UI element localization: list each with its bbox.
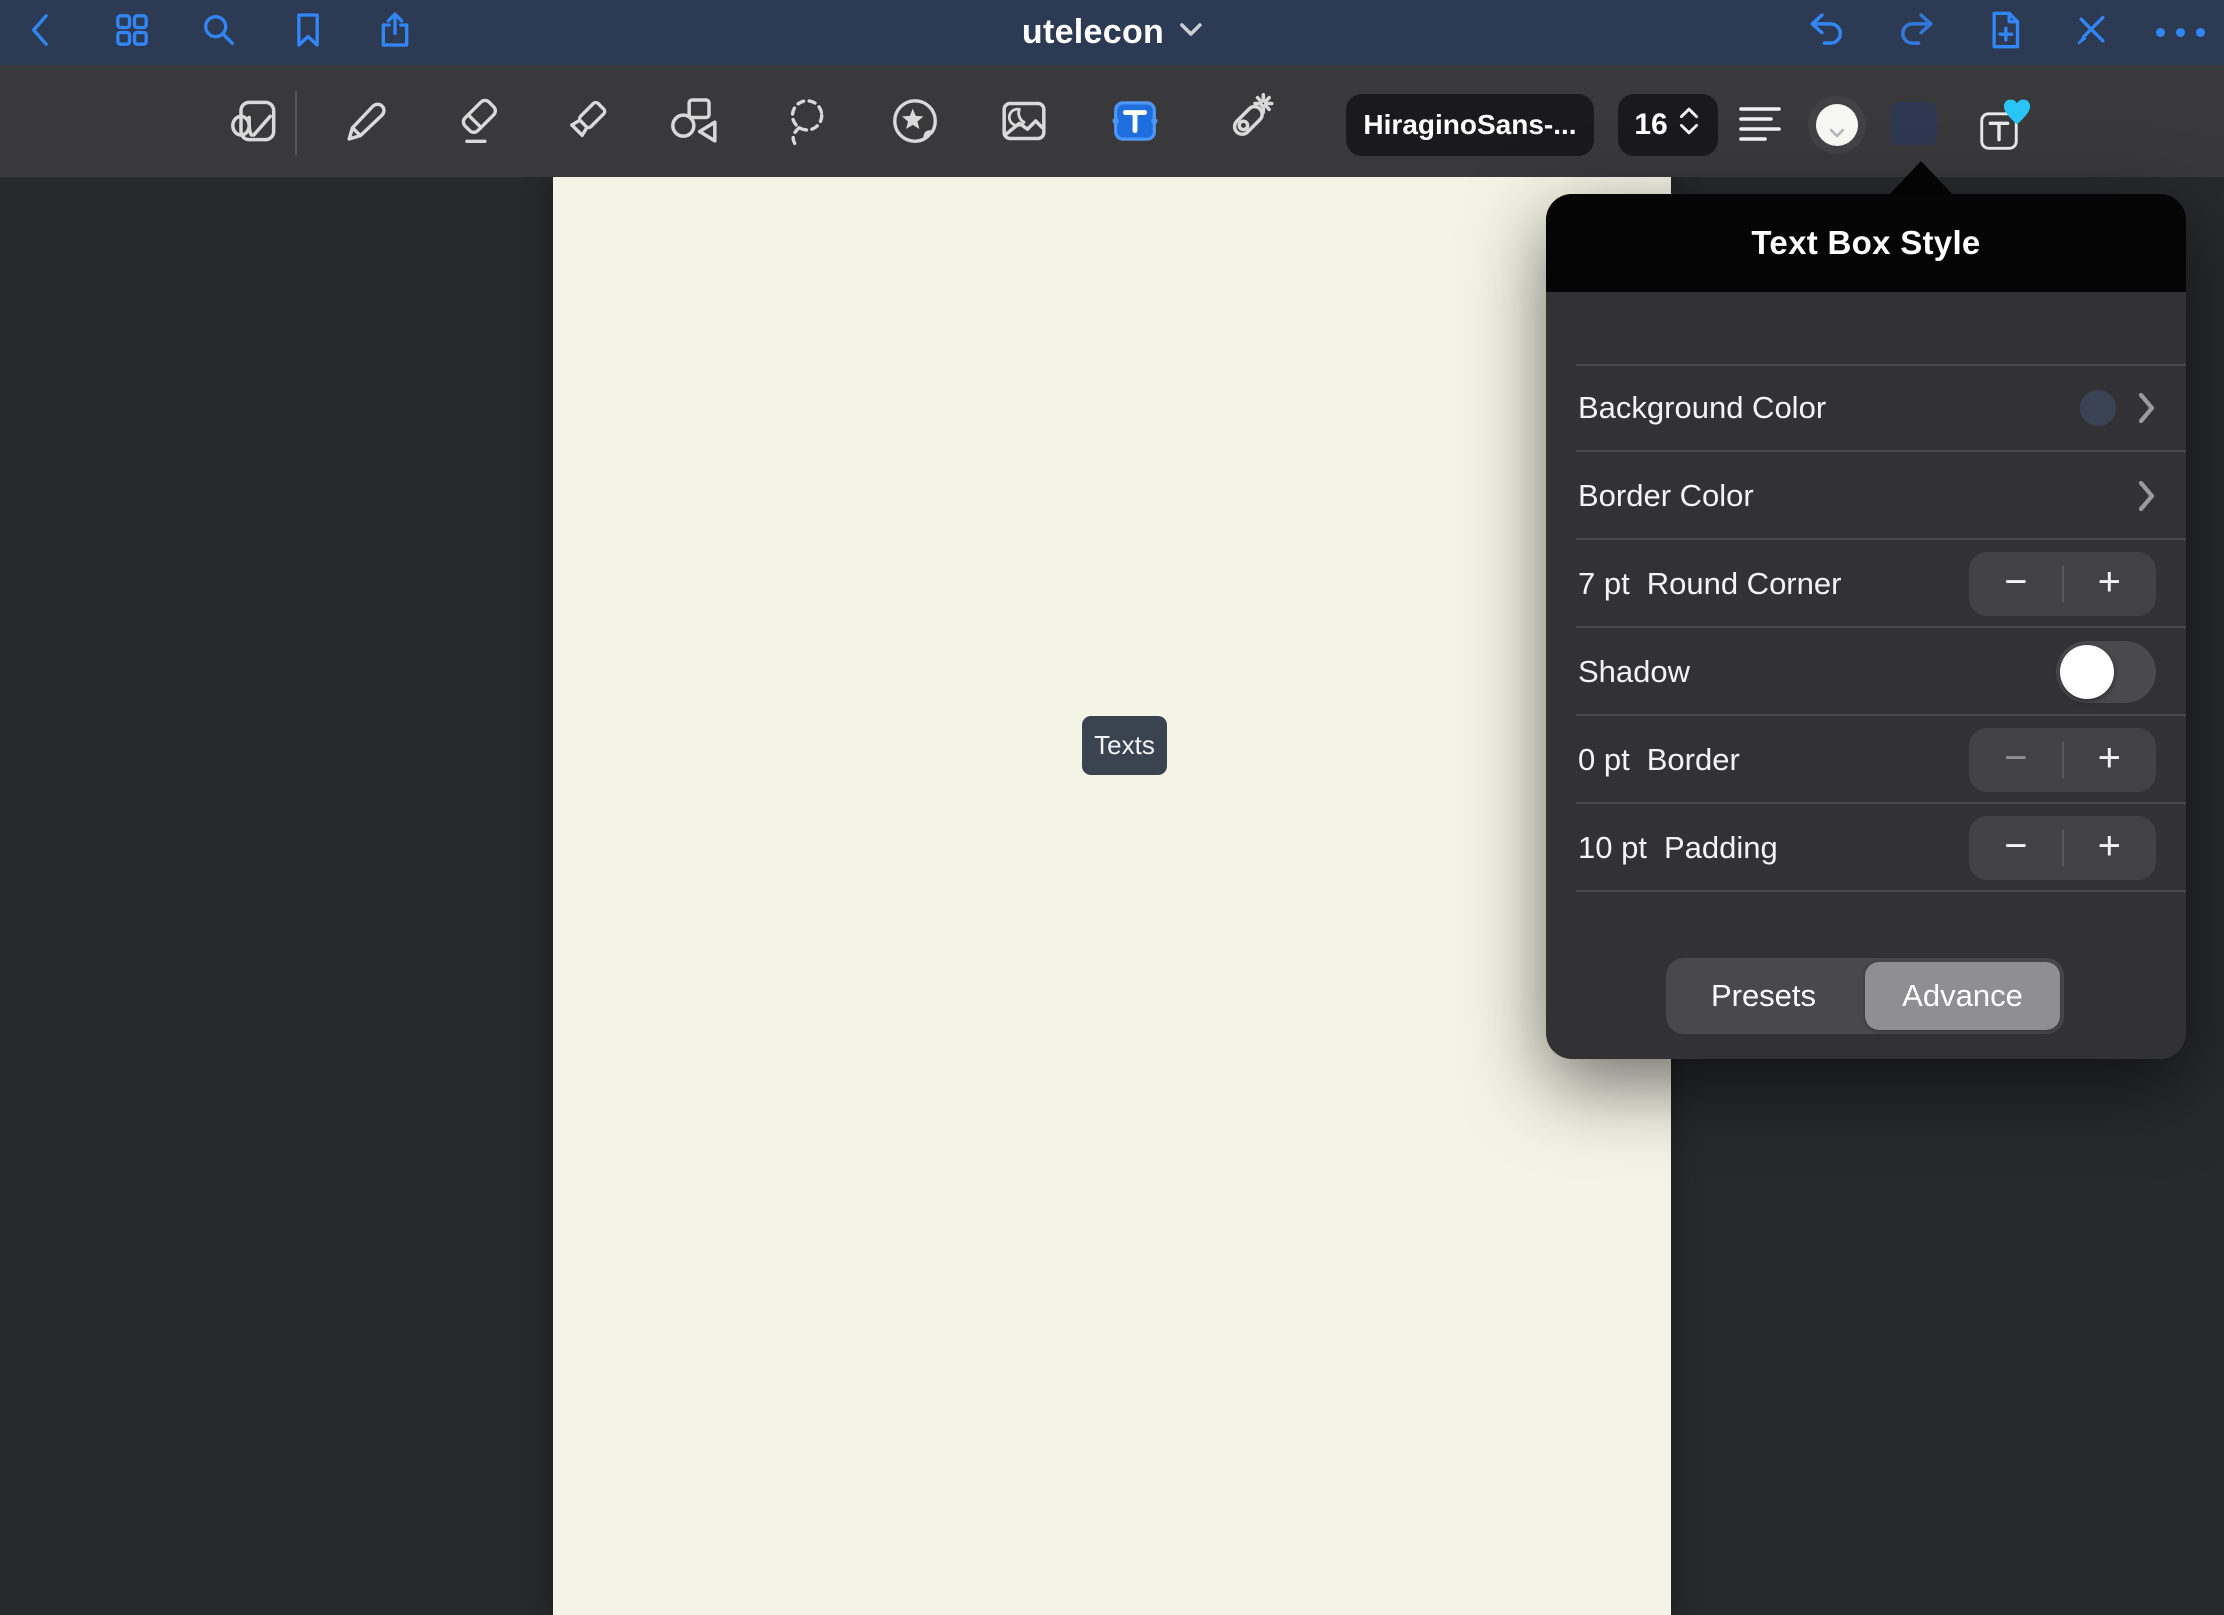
row-shadow: Shadow [1546,628,2186,716]
convert-text-icon [227,93,283,154]
text-color-button[interactable] [1808,96,1866,154]
decrease-button[interactable]: − [1969,816,2063,880]
more-icon [2156,28,2205,37]
lasso-tool[interactable] [774,91,838,155]
chevron-right-icon [2138,392,2156,424]
popover-title: Text Box Style [1751,224,1980,262]
highlighter-tool[interactable] [555,91,619,155]
note-page[interactable] [553,177,1671,1615]
text-box-content: Texts [1094,730,1155,761]
row-label: Border [1647,742,1740,778]
undo-button[interactable] [1802,6,1854,58]
back-icon [22,8,62,57]
pen-tool[interactable] [334,91,398,155]
shadow-toggle[interactable] [2056,641,2156,703]
chevron-down-icon [1180,23,1202,42]
row-border-width: 0 pt Border − + [1546,716,2186,804]
text-box-style-button[interactable] [1891,102,1937,145]
lasso-icon [779,94,833,153]
font-family-button[interactable]: HiraginoSans-... [1346,94,1594,156]
popover-header: Text Box Style [1546,194,2186,292]
eraser-tool[interactable] [445,91,509,155]
pen-icon [339,94,393,153]
share-button[interactable] [369,6,421,58]
convert-text-tool[interactable] [223,91,287,155]
increase-button[interactable]: + [2063,816,2157,880]
back-button[interactable] [16,6,68,58]
decrease-button[interactable]: − [1969,728,2063,792]
background-color-swatch [2080,390,2116,426]
row-label: Background Color [1578,390,1826,426]
tab-presets[interactable]: Presets [1666,958,1861,1034]
round-corner-value: 7 pt [1578,566,1630,602]
image-tool[interactable] [992,91,1056,155]
toolbar-divider [295,91,297,155]
text-box-object[interactable]: Texts [1082,716,1167,775]
add-page-button[interactable] [1979,6,2031,58]
redo-icon [1894,9,1936,56]
grid-view-button[interactable] [106,6,158,58]
sticker-tool[interactable] [883,91,947,155]
redo-button[interactable] [1889,6,1941,58]
border-width-value: 0 pt [1578,742,1630,778]
text-tool[interactable] [1103,91,1167,155]
font-family-label: HiraginoSans-... [1363,109,1576,141]
laser-pointer-icon [1219,93,1275,154]
pen-cross-button[interactable] [2066,6,2118,58]
text-color-swatch [1816,104,1858,146]
text-box-style-popover: Text Box Style Background Color Border C… [1546,194,2186,1059]
top-navigation-bar: utelecon [0,0,2224,65]
more-button[interactable] [2154,6,2206,58]
page-title: utelecon [1022,13,1164,52]
notes-app-window: utelecon [0,0,2224,1615]
search-icon [199,10,239,55]
shapes-tool[interactable] [663,91,727,155]
bookmark-button[interactable] [282,6,334,58]
eraser-icon [450,94,504,153]
align-left-icon [1737,103,1783,150]
text-align-button[interactable] [1736,104,1784,148]
pen-cross-icon [2072,10,2112,55]
row-label: Round Corner [1647,566,1842,602]
add-page-icon [1985,8,2025,57]
row-border-color[interactable]: Border Color [1546,452,2186,540]
laser-pointer-tool[interactable] [1215,91,1279,155]
style-options-list: Background Color Border Color 7 pt Round… [1546,364,2186,892]
decrease-button[interactable]: − [1969,552,2063,616]
shapes-icon [667,93,723,154]
padding-stepper: − + [1969,816,2156,880]
round-corner-stepper: − + [1969,552,2156,616]
search-button[interactable] [193,6,245,58]
bookmark-icon [288,10,328,55]
sticker-icon [888,94,942,153]
favorite-text-style-button[interactable] [1972,98,2034,156]
text-tool-icon [1106,92,1164,155]
undo-icon [1807,9,1849,56]
increase-button[interactable]: + [2063,728,2157,792]
popover-arrow [1887,161,1955,197]
border-width-stepper: − + [1969,728,2156,792]
chevron-right-icon [2138,480,2156,512]
chevron-down-icon [1829,128,1845,138]
grid-view-icon [112,10,152,55]
size-up-down-icon [1676,104,1702,146]
heart-badge-icon [2002,98,2032,131]
row-padding: 10 pt Padding − + [1546,804,2186,892]
row-label: Shadow [1578,654,1690,690]
font-size-value: 16 [1634,108,1667,142]
presets-advance-segmented-control: Presets Advance [1666,958,2064,1034]
row-round-corner: 7 pt Round Corner − + [1546,540,2186,628]
image-icon [996,93,1052,154]
document-title-button[interactable]: utelecon [1022,0,1202,65]
highlighter-icon [560,94,614,153]
row-label: Border Color [1578,478,1754,514]
share-icon [375,9,415,56]
row-label: Padding [1664,830,1778,866]
row-background-color[interactable]: Background Color [1546,364,2186,452]
increase-button[interactable]: + [2063,552,2157,616]
padding-value: 10 pt [1578,830,1647,866]
font-size-stepper[interactable]: 16 [1618,94,1718,156]
tab-advance[interactable]: Advance [1865,962,2060,1030]
